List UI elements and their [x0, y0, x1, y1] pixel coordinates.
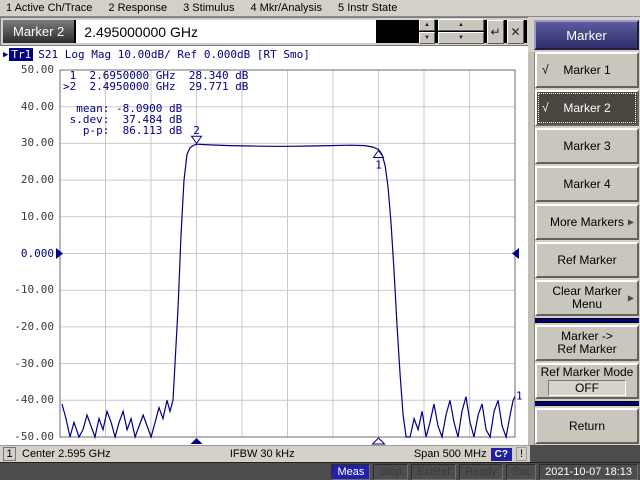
- span-readout[interactable]: Span 500 MHz: [414, 448, 487, 460]
- y-axis-tick: 0.000: [0, 248, 54, 260]
- softkey-marker-4[interactable]: Marker 4: [535, 166, 639, 202]
- menu-item-5[interactable]: 5 Instr State: [338, 2, 397, 14]
- channel-number-badge: 1: [3, 447, 16, 461]
- instrument-status-bar: MeasStopExtRefReadySvc2021-10-07 18:13: [0, 462, 640, 480]
- softkey-return[interactable]: Return: [535, 408, 639, 444]
- softkey-list: √ Marker 1 √ Marker 2 Marker 3 Marker 4 More M…: [535, 52, 639, 445]
- y-axis-tick: -20.00: [0, 321, 54, 333]
- softkey-ref-marker[interactable]: Ref Marker: [535, 242, 639, 278]
- softkey-label: Marker 1: [563, 64, 610, 77]
- status-segment-extref: ExtRef: [411, 464, 456, 480]
- y-axis-tick: 50.00: [0, 64, 54, 76]
- step-up-icon[interactable]: ▲: [419, 19, 435, 31]
- close-icon[interactable]: ✕: [507, 20, 524, 44]
- entry-coarse-spinner: ▲ ▼: [438, 19, 484, 44]
- softkey-panel: Marker √ Marker 1 √ Marker 2 Marker 3 Marker …: [528, 17, 640, 445]
- trace-format-text: S21 Log Mag 10.00dB/ Ref 0.000dB [RT Smo…: [38, 48, 310, 61]
- softkey-marker-ref-marker[interactable]: Marker ->Ref Marker: [535, 325, 639, 361]
- ifbw-readout[interactable]: IFBW 30 kHz: [111, 448, 414, 460]
- softkey-marker-3[interactable]: Marker 3: [535, 128, 639, 164]
- alert-indicator: !: [516, 447, 527, 461]
- analyzer-screen: 1 Active Ch/Trace 2 Response 3 Stimulus 4 M…: [0, 0, 640, 480]
- softkey-menu-title: Marker: [534, 20, 639, 50]
- softkey-marker-2[interactable]: √ Marker 2: [535, 90, 639, 126]
- coarse-up-icon[interactable]: ▲: [438, 19, 484, 31]
- softkey-separator: [535, 401, 639, 406]
- softkey-label: Marker 2: [563, 102, 610, 115]
- softkey-label: Ref Marker Mode: [541, 366, 634, 379]
- enter-icon[interactable]: ↵: [487, 20, 504, 44]
- y-axis-tick: 40.00: [0, 101, 54, 113]
- softkey-scrollbar[interactable]: [528, 52, 535, 445]
- softkey-label: More Markers: [550, 216, 624, 229]
- softkey-ref-marker-mode[interactable]: Ref Marker ModeOFF: [535, 363, 639, 399]
- softkey-clear-marker-menu[interactable]: Clear MarkerMenu▶: [535, 280, 639, 316]
- submenu-arrow-icon: ▶: [628, 216, 634, 229]
- entry-toolbar: Marker 2 2.495000000 GHz ▲ ▼ ▲ ▼ ↵ ✕: [0, 17, 530, 46]
- softkey-panel-filler: [528, 445, 640, 462]
- trace-header: ▶ Tr1 S21 Log Mag 10.00dB/ Ref 0.000dB […: [3, 48, 310, 61]
- menu-item-4[interactable]: 4 Mkr/Analysis: [250, 2, 322, 14]
- softkey-label: Marker 4: [563, 178, 610, 191]
- softkey-more-markers[interactable]: More Markers ▶: [535, 204, 639, 240]
- marker-table-line: >2 2.4950000 GHz 29.771 dB: [63, 81, 248, 92]
- trace-select-arrow-icon: ▶: [3, 50, 8, 60]
- correction-status-badge: C?: [491, 448, 512, 461]
- softkey-value: OFF: [548, 380, 626, 396]
- status-segment-ready: Ready: [459, 464, 503, 480]
- y-axis-tick: -30.00: [0, 358, 54, 370]
- marker-1-number: 1: [375, 158, 382, 171]
- entry-label: Marker 2: [3, 20, 76, 43]
- y-axis-tick: -10.00: [0, 284, 54, 296]
- softkey-label: Ref Marker: [557, 254, 616, 267]
- softkey-separator: [535, 318, 639, 323]
- softkey-marker-1[interactable]: √ Marker 1: [535, 52, 639, 88]
- graph-area: 121 ▶ Tr1 S21 Log Mag 10.00dB/ Ref 0.000…: [0, 46, 530, 445]
- status-segment-svc: Svc: [506, 464, 536, 480]
- submenu-arrow-icon: ▶: [628, 292, 634, 305]
- entry-value-field[interactable]: 2.495000000 GHz: [76, 20, 376, 43]
- trace-number-label: 1: [516, 390, 523, 403]
- check-icon: √: [542, 64, 549, 77]
- y-axis-tick: -50.00: [0, 431, 54, 443]
- marker-2-stimulus-icon: [191, 438, 203, 444]
- center-frequency-readout[interactable]: Center 2.595 GHz: [22, 448, 111, 460]
- entry-toolbar-inner: Marker 2 2.495000000 GHz ▲ ▼ ▲ ▼ ↵ ✕: [3, 20, 527, 43]
- menu-bar: 1 Active Ch/Trace 2 Response 3 Stimulus 4 M…: [0, 0, 640, 17]
- softkey-label: Return: [569, 420, 605, 433]
- entry-step-spinner: ▲ ▼: [419, 19, 435, 44]
- softkey-label: Menu: [572, 298, 602, 311]
- channel-status-bar: 1 Center 2.595 GHz IFBW 30 kHz Span 500 …: [0, 445, 530, 462]
- status-segment-2021-10-07-18-13: 2021-10-07 18:13: [539, 464, 638, 480]
- status-segment-meas: Meas: [331, 464, 370, 480]
- menu-item-3[interactable]: 3 Stimulus: [183, 2, 234, 14]
- y-axis-tick: 30.00: [0, 137, 54, 149]
- marker-readout-table: 1 2.6950000 GHz 28.340 dB>2 2.4950000 GH…: [63, 70, 248, 136]
- menu-item-2[interactable]: 2 Response: [108, 2, 167, 14]
- step-down-icon[interactable]: ▼: [419, 32, 435, 44]
- y-axis-tick: -40.00: [0, 394, 54, 406]
- status-segment-stop: Stop: [373, 464, 408, 480]
- y-axis-tick: 10.00: [0, 211, 54, 223]
- y-axis-tick: 20.00: [0, 174, 54, 186]
- marker-2-symbol-icon[interactable]: [192, 136, 202, 143]
- coarse-down-icon[interactable]: ▼: [438, 32, 484, 44]
- softkey-label: Marker 3: [563, 140, 610, 153]
- trace-badge: Tr1: [9, 48, 33, 61]
- menu-item-1[interactable]: 1 Active Ch/Trace: [6, 2, 92, 14]
- softkey-label: Ref Marker: [557, 343, 616, 356]
- marker-table-line: p-p: 86.113 dB: [63, 125, 248, 136]
- check-icon: √: [542, 102, 549, 115]
- marker-1-stimulus-icon: [373, 438, 385, 444]
